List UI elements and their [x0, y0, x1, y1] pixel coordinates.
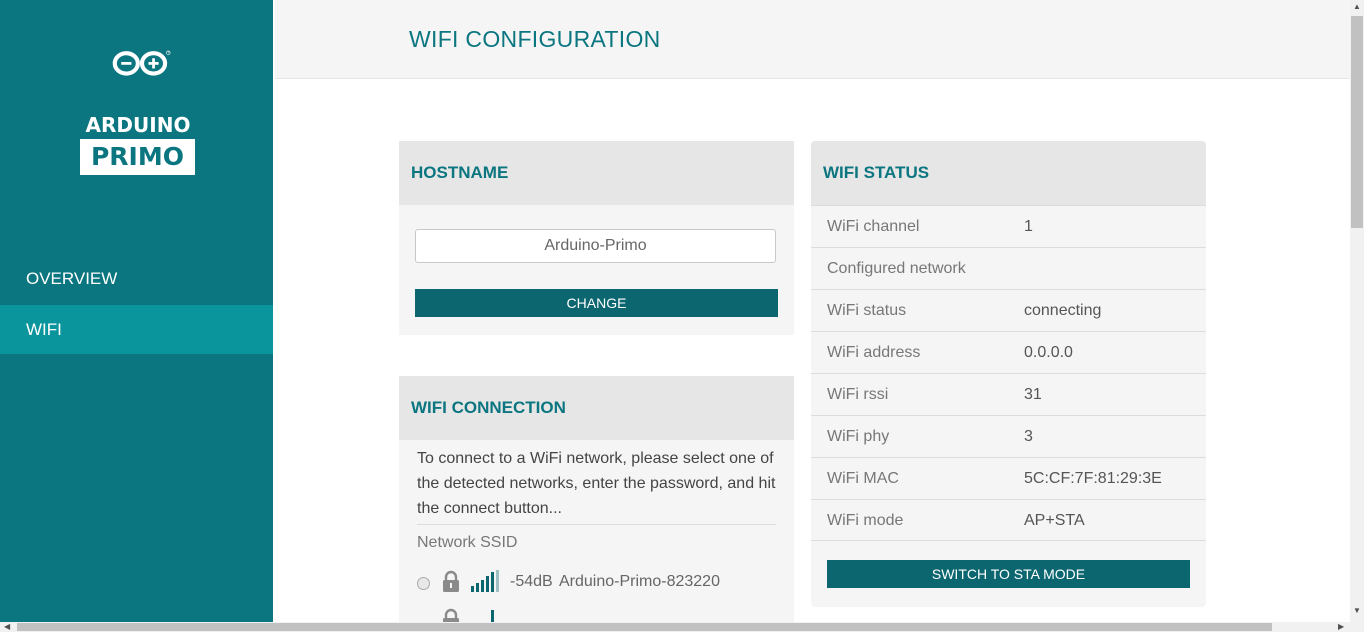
status-key: Configured network — [827, 260, 966, 277]
wifi-signal-bars-icon — [471, 570, 499, 592]
status-row: Configured network — [811, 247, 1206, 289]
status-value: 0.0.0.0 — [1024, 344, 1073, 361]
network-radio[interactable] — [417, 577, 430, 590]
nav-item-overview[interactable]: OVERVIEW — [0, 254, 273, 303]
status-key: WiFi MAC — [827, 470, 899, 487]
change-hostname-button[interactable]: CHANGE — [415, 289, 778, 317]
status-row: WiFi rssi 31 — [811, 373, 1206, 415]
divider — [417, 524, 776, 525]
vertical-scrollbar-thumb[interactable] — [1351, 16, 1363, 228]
connection-instructions: To connect to a WiFi network, please sel… — [417, 450, 776, 517]
wifi-status-card-title: WIFI STATUS — [811, 141, 1206, 205]
status-value: AP+STA — [1024, 512, 1085, 529]
status-key: WiFi channel — [827, 218, 920, 235]
network-ssid-label: Network SSID — [417, 534, 518, 551]
status-key: WiFi status — [827, 302, 907, 319]
status-value: connecting — [1024, 302, 1102, 319]
scroll-left-arrow-icon[interactable]: ◀ — [4, 622, 10, 631]
scroll-right-arrow-icon[interactable]: ▶ — [1338, 622, 1344, 631]
scroll-up-arrow-icon[interactable]: ▲ — [1353, 2, 1361, 11]
status-key: WiFi address — [827, 344, 921, 361]
sidebar: ® ARDUINO PRIMO OVERVIEW WIFI — [0, 0, 273, 622]
network-row-partial[interactable] — [417, 608, 777, 622]
status-key: WiFi rssi — [827, 386, 889, 403]
status-row: WiFi MAC 5C:CF:7F:81:29:3E — [811, 457, 1206, 499]
status-row: WiFi channel 1 — [811, 205, 1206, 247]
status-table: WiFi channel 1 Configured network WiFi s… — [811, 205, 1206, 541]
network-ssid: Arduino-Primo-823220 — [559, 573, 720, 590]
status-row: WiFi status connecting — [811, 289, 1206, 331]
scroll-down-arrow-icon[interactable]: ▼ — [1353, 606, 1361, 615]
horizontal-scrollbar-thumb[interactable] — [17, 623, 1272, 631]
status-value: 5C:CF:7F:81:29:3E — [1024, 470, 1162, 487]
lock-icon — [443, 608, 459, 622]
wifi-connection-card-title: WIFI CONNECTION — [399, 376, 794, 440]
status-key: WiFi mode — [827, 512, 904, 529]
registered-mark: ® — [168, 52, 170, 55]
wifi-status-card: WIFI STATUS WiFi channel 1 Configured ne… — [811, 141, 1206, 607]
lock-icon — [443, 570, 459, 592]
wifi-connection-card: WIFI CONNECTION To connect to a WiFi net… — [399, 376, 794, 622]
page-header: WIFI CONFIGURATION — [275, 0, 1350, 79]
status-row: WiFi phy 3 — [811, 415, 1206, 457]
status-value: 3 — [1024, 428, 1033, 445]
status-value: 1 — [1024, 218, 1033, 235]
network-rssi: -54dB — [510, 573, 553, 590]
switch-to-sta-mode-button[interactable]: SWITCH TO STA MODE — [827, 560, 1190, 588]
hostname-card: HOSTNAME CHANGE — [399, 141, 794, 335]
status-row: WiFi address 0.0.0.0 — [811, 331, 1206, 373]
page-title: WIFI CONFIGURATION — [409, 26, 661, 52]
hostname-card-title: HOSTNAME — [399, 141, 794, 205]
wifi-signal-bars-icon — [491, 610, 494, 622]
brand-line1: ARDUINO — [85, 113, 191, 137]
hostname-input[interactable] — [415, 229, 776, 263]
brand-line2: PRIMO — [80, 139, 195, 175]
arduino-logo-icon: ® — [112, 50, 171, 76]
status-row: WiFi mode AP+STA — [811, 499, 1206, 541]
nav-item-wifi[interactable]: WIFI — [0, 305, 273, 354]
status-value: 31 — [1024, 386, 1042, 403]
status-key: WiFi phy — [827, 428, 890, 445]
network-row[interactable]: -54dB Arduino-Primo-823220 — [417, 570, 777, 598]
